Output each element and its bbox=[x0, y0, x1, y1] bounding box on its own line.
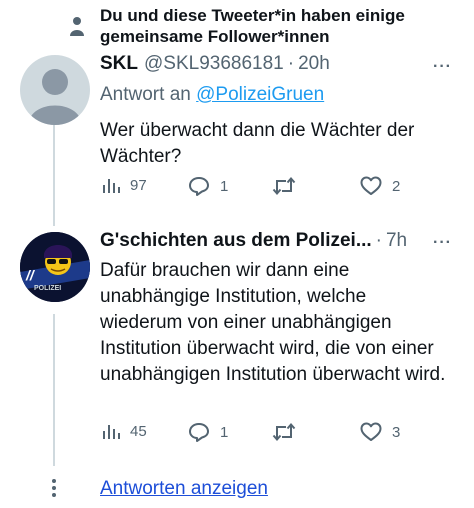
retweet-icon bbox=[272, 176, 296, 196]
separator-dot: · bbox=[287, 53, 295, 74]
heart-icon bbox=[360, 176, 382, 195]
avatar[interactable]: // POLIZEI bbox=[20, 232, 90, 302]
like-button[interactable]: 3 bbox=[360, 422, 400, 442]
views-count: 45 bbox=[130, 422, 147, 440]
like-button[interactable]: 2 bbox=[360, 176, 400, 196]
default-avatar-icon bbox=[28, 69, 82, 125]
views-button[interactable]: 45 bbox=[102, 422, 147, 440]
timestamp[interactable]: 7h bbox=[386, 230, 407, 252]
retweet-button[interactable] bbox=[272, 176, 306, 196]
tweet-text: Dafür brauchen wir dann eine unabhängige… bbox=[100, 260, 446, 385]
tweet-header: SKL @SKL93686181 · 20h bbox=[100, 53, 330, 79]
tweet-text: Wer überwacht dann die Wächter der Wächt… bbox=[100, 120, 415, 167]
more-options-icon[interactable]: ··· bbox=[433, 58, 452, 76]
avatar[interactable] bbox=[20, 55, 90, 125]
timestamp[interactable]: 20h bbox=[298, 53, 330, 75]
views-button[interactable]: 97 bbox=[102, 176, 147, 194]
social-context-label: Du und diese Tweeter*in haben einige gem… bbox=[100, 6, 405, 46]
display-name[interactable]: SKL bbox=[100, 53, 138, 75]
police-mascot-logo: // POLIZEI bbox=[20, 232, 90, 302]
show-replies-link[interactable]: Antworten anzeigen bbox=[100, 478, 268, 500]
reply-prefix: Antwort an bbox=[100, 84, 191, 105]
vertical-dots-icon bbox=[52, 479, 56, 497]
reply-button[interactable]: 1 bbox=[188, 422, 228, 442]
reply-button[interactable]: 1 bbox=[188, 176, 228, 196]
heart-icon bbox=[360, 422, 382, 441]
reply-icon bbox=[189, 177, 209, 196]
tweet-header: G'schichten aus dem Polizei... · 7h bbox=[100, 230, 407, 256]
display-name[interactable]: G'schichten aus dem Polizei... bbox=[100, 230, 372, 252]
like-count: 2 bbox=[392, 177, 401, 195]
analytics-icon bbox=[103, 179, 120, 193]
thread-line bbox=[53, 314, 55, 466]
reply-context: Antwort an @PolizeiGruen bbox=[100, 84, 324, 106]
person-icon bbox=[70, 17, 84, 36]
svg-text:POLIZEI: POLIZEI bbox=[34, 285, 61, 292]
tweet-actions: 97 1 2 bbox=[100, 176, 430, 200]
reply-count: 1 bbox=[220, 423, 229, 441]
reply-to-link[interactable]: @PolizeiGruen bbox=[196, 84, 324, 105]
tweet-actions: 45 1 3 bbox=[100, 422, 430, 446]
more-options-icon[interactable]: ··· bbox=[433, 234, 452, 252]
reply-count: 1 bbox=[220, 177, 229, 195]
views-count: 97 bbox=[130, 176, 147, 194]
separator-dot: · bbox=[375, 230, 382, 251]
analytics-icon bbox=[103, 425, 120, 439]
like-count: 3 bbox=[392, 423, 401, 441]
retweet-icon bbox=[272, 422, 296, 442]
user-handle[interactable]: @SKL93686181 bbox=[144, 53, 284, 75]
reply-icon bbox=[189, 423, 209, 442]
retweet-button[interactable] bbox=[272, 422, 306, 442]
thread-line bbox=[53, 124, 55, 226]
